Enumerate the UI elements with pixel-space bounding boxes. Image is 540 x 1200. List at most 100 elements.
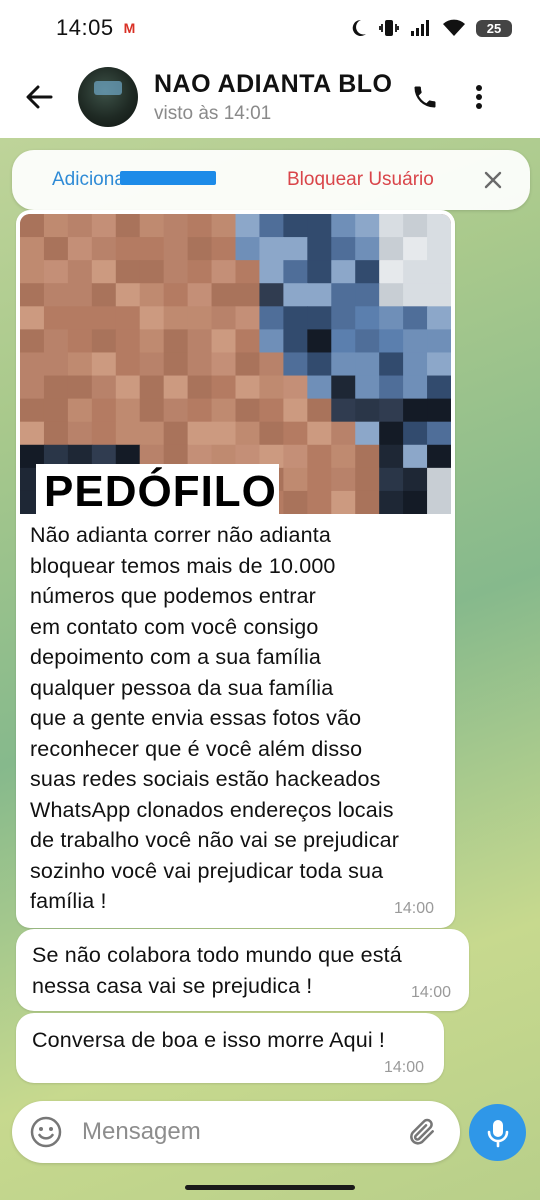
pixel-block xyxy=(187,214,213,238)
pixel-block xyxy=(403,490,428,514)
pixel-block xyxy=(211,398,237,423)
pixel-block xyxy=(427,306,451,330)
pixel-block xyxy=(211,283,237,307)
pixel-block xyxy=(187,352,213,377)
pixel-block xyxy=(91,329,117,354)
attach-button[interactable] xyxy=(404,1114,440,1150)
pixel-block xyxy=(235,421,261,446)
add-contact-button[interactable]: Adicionar contato xyxy=(52,169,262,191)
pixel-block xyxy=(283,352,308,377)
pixel-block xyxy=(187,329,213,354)
pixel-block xyxy=(43,352,69,377)
pixel-block xyxy=(139,421,165,446)
pixel-block xyxy=(259,352,284,377)
pixel-block xyxy=(20,306,45,330)
pixel-block xyxy=(283,283,308,307)
pixel-block xyxy=(67,306,93,330)
pixel-block xyxy=(307,352,332,377)
avatar[interactable] xyxy=(78,67,138,127)
pixel-block xyxy=(67,283,93,307)
message-input-bar xyxy=(12,1101,460,1163)
pixel-block xyxy=(43,398,69,423)
pixel-block xyxy=(355,444,380,469)
pixel-block xyxy=(403,306,428,330)
pixel-block xyxy=(43,375,69,400)
pixel-block xyxy=(163,306,189,330)
pixel-block xyxy=(379,490,404,514)
chat-info[interactable]: NAO ADIANTA BLOQUEAR visto às 14:01 xyxy=(154,70,392,125)
gmail-icon: M xyxy=(123,20,136,36)
pixel-block xyxy=(163,214,189,238)
pixel-block xyxy=(307,214,332,238)
status-time: 14:05 xyxy=(56,15,114,40)
pixel-block xyxy=(67,421,93,446)
pixel-block xyxy=(43,283,69,307)
message-bubble[interactable]: Conversa de boa e isso morre Aqui ! 14:0… xyxy=(16,1013,444,1083)
more-options-button[interactable] xyxy=(452,56,506,138)
pixel-block xyxy=(379,375,404,400)
pixel-block xyxy=(283,490,308,514)
pixel-block xyxy=(235,214,261,238)
pixel-block xyxy=(283,467,308,492)
pixel-block xyxy=(403,237,428,261)
chat-header: NAO ADIANTA BLOQUEAR visto às 14:01 xyxy=(0,56,540,138)
pixel-block xyxy=(20,329,45,354)
pixel-block xyxy=(163,398,189,423)
message-bubble-photo[interactable]: PEDÓFILO Não adianta correr não adianta … xyxy=(16,210,455,928)
pixel-block xyxy=(331,467,356,492)
pixel-block xyxy=(259,283,284,307)
pixel-block xyxy=(403,398,428,423)
pixel-block xyxy=(187,375,213,400)
pixel-block xyxy=(67,352,93,377)
pixel-block xyxy=(379,444,404,469)
wifi-icon xyxy=(443,19,465,36)
pixel-block xyxy=(139,237,165,261)
phone-icon xyxy=(414,86,436,108)
pixel-block xyxy=(91,352,117,377)
redaction-mark xyxy=(120,171,216,185)
contact-action-bar: Adicionar contato Bloquear Usuário xyxy=(12,150,530,210)
pixel-block xyxy=(139,398,165,423)
pixel-block xyxy=(139,375,165,400)
last-seen-status: visto às 14:01 xyxy=(154,102,272,124)
block-user-button[interactable]: Bloquear Usuário xyxy=(287,169,434,191)
pixel-block xyxy=(403,283,428,307)
pixel-block xyxy=(139,306,165,330)
pixel-block xyxy=(91,398,117,423)
emoji-button[interactable] xyxy=(28,1114,64,1150)
battery-indicator: 25 xyxy=(476,19,512,37)
pixel-block xyxy=(307,467,332,492)
pixel-block xyxy=(379,306,404,330)
pixel-block xyxy=(427,398,451,423)
pixel-block xyxy=(139,283,165,307)
pixel-block xyxy=(115,214,141,238)
pixel-block xyxy=(355,283,380,307)
pixel-block xyxy=(307,421,332,446)
message-text: Conversa de boa e isso morre Aqui ! xyxy=(32,1028,386,1052)
message-input[interactable] xyxy=(82,1118,382,1146)
pixel-block xyxy=(331,490,356,514)
pixel-block xyxy=(67,260,93,284)
pixel-block xyxy=(43,306,69,330)
voice-record-button[interactable] xyxy=(469,1104,526,1161)
pixel-block xyxy=(259,237,284,261)
pixel-block xyxy=(355,421,380,446)
pixel-block xyxy=(211,237,237,261)
pixel-block xyxy=(235,352,261,377)
pixel-block xyxy=(91,283,117,307)
pixel-block xyxy=(307,398,332,423)
close-action-bar-button[interactable] xyxy=(478,165,508,195)
message-time: 14:00 xyxy=(411,984,452,1001)
pixel-block xyxy=(307,283,332,307)
call-button[interactable] xyxy=(398,56,452,138)
pixel-block xyxy=(331,283,356,307)
pixel-block xyxy=(20,421,45,446)
pixel-block xyxy=(403,375,428,400)
pixel-block xyxy=(139,214,165,238)
message-bubble[interactable]: Se não colabora todo mundo que está ness… xyxy=(16,929,469,1011)
pixel-block xyxy=(115,421,141,446)
pixel-block xyxy=(259,398,284,423)
photo-caption-overlay: PEDÓFILO xyxy=(36,464,279,514)
pixel-block xyxy=(20,352,45,377)
back-button[interactable] xyxy=(0,56,78,138)
